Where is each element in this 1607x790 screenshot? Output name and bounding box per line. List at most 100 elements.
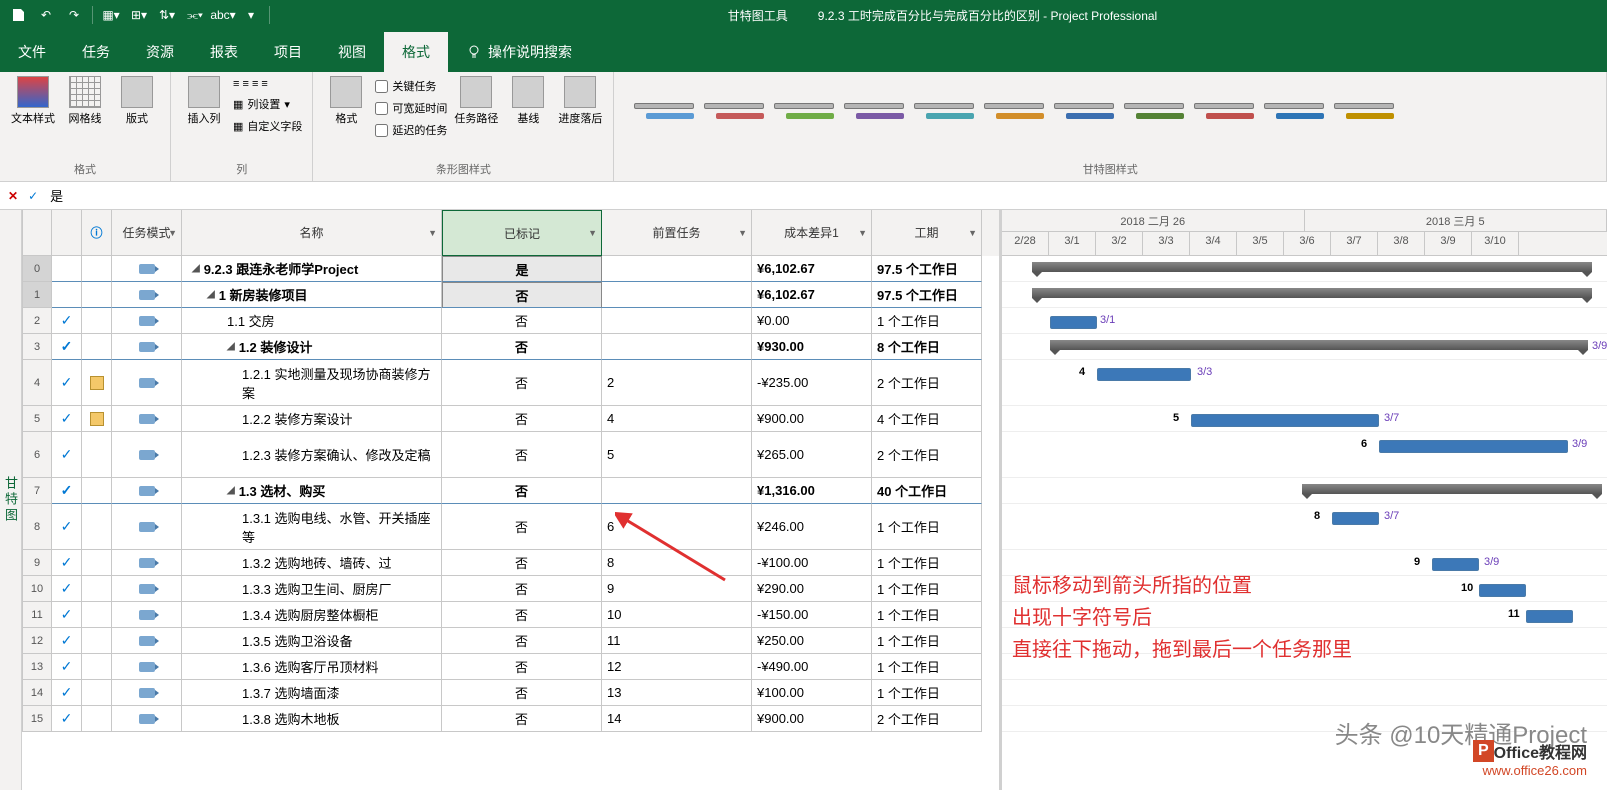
duration-cell[interactable]: 1 个工作日 xyxy=(872,654,982,680)
table-row[interactable]: ✓1.1 交房否¥0.001 个工作日 xyxy=(52,308,999,334)
tab-report[interactable]: 报表 xyxy=(192,32,256,72)
confirm-entry-icon[interactable]: ✓ xyxy=(28,189,38,203)
name-cell[interactable]: 1.2.2 装修方案设计 xyxy=(182,406,442,432)
info-header[interactable]: ⓘ xyxy=(82,210,112,256)
gantt-row[interactable]: 43/3 xyxy=(1002,360,1607,406)
predecessor-cell[interactable] xyxy=(602,308,752,334)
duration-cell[interactable]: 2 个工作日 xyxy=(872,432,982,478)
row-header[interactable]: 14 xyxy=(22,680,52,706)
row-header[interactable]: 2 xyxy=(22,308,52,334)
summary-bar[interactable] xyxy=(1032,262,1592,272)
duration-cell[interactable]: 1 个工作日 xyxy=(872,308,982,334)
qat-btn[interactable]: ⫘▾ xyxy=(185,5,205,25)
predecessor-cell[interactable] xyxy=(602,478,752,504)
predecessor-cell[interactable]: 12 xyxy=(602,654,752,680)
redo-icon[interactable]: ↷ xyxy=(64,5,84,25)
gantt-row[interactable]: 53/7 xyxy=(1002,406,1607,432)
entry-input[interactable] xyxy=(48,186,1599,205)
cost-cell[interactable]: ¥6,102.67 xyxy=(752,256,872,282)
task-bar[interactable] xyxy=(1526,610,1573,623)
row-header[interactable]: 13 xyxy=(22,654,52,680)
name-cell[interactable]: ◢9.2.3 跟连永老师学Project xyxy=(182,256,442,282)
name-cell[interactable]: 1.1 交房 xyxy=(182,308,442,334)
tab-file[interactable]: 文件 xyxy=(0,32,64,72)
cost-cell[interactable]: -¥150.00 xyxy=(752,602,872,628)
table-row[interactable]: ✓1.3.1 选购电线、水管、开关插座等否6¥246.001 个工作日 xyxy=(52,504,999,550)
cost-header[interactable]: 成本差异1▼ xyxy=(752,210,872,256)
table-row[interactable]: ✓1.3.5 选购卫浴设备否11¥250.001 个工作日 xyxy=(52,628,999,654)
row-header[interactable]: 1 xyxy=(22,282,52,308)
table-row[interactable]: ✓1.3.2 选购地砖、墙砖、过否8-¥100.001 个工作日 xyxy=(52,550,999,576)
cost-cell[interactable]: ¥930.00 xyxy=(752,334,872,360)
gantt-style-option[interactable] xyxy=(914,103,974,143)
marked-cell[interactable]: 否 xyxy=(442,432,602,478)
duration-cell[interactable]: 1 个工作日 xyxy=(872,504,982,550)
taskmode-cell[interactable] xyxy=(112,256,182,282)
column-settings-button[interactable]: ▦ 列设置 ▾ xyxy=(233,94,302,114)
tab-format[interactable]: 格式 xyxy=(384,32,448,72)
taskmode-cell[interactable] xyxy=(112,654,182,680)
taskmode-cell[interactable] xyxy=(112,432,182,478)
name-cell[interactable]: ◢1.3 选材、购买 xyxy=(182,478,442,504)
table-row[interactable]: ◢9.2.3 跟连永老师学Project是¥6,102.6797.5 个工作日 xyxy=(52,256,999,282)
cancel-entry-icon[interactable]: ✕ xyxy=(8,189,18,203)
cost-cell[interactable]: ¥246.00 xyxy=(752,504,872,550)
predecessor-cell[interactable] xyxy=(602,282,752,308)
tab-project[interactable]: 项目 xyxy=(256,32,320,72)
predecessor-cell[interactable]: 5 xyxy=(602,432,752,478)
row-header[interactable]: 10 xyxy=(22,576,52,602)
marked-cell[interactable]: 否 xyxy=(442,334,602,360)
gantt-row[interactable] xyxy=(1002,256,1607,282)
gantt-style-gallery[interactable] xyxy=(624,76,1596,159)
task-bar[interactable] xyxy=(1379,440,1568,453)
predecessor-cell[interactable]: 14 xyxy=(602,706,752,732)
gantt-style-option[interactable] xyxy=(704,103,764,143)
row-header[interactable]: 6 xyxy=(22,432,52,478)
duration-cell[interactable]: 1 个工作日 xyxy=(872,550,982,576)
qat-btn[interactable]: ▾ xyxy=(241,5,261,25)
duration-cell[interactable]: 8 个工作日 xyxy=(872,334,982,360)
name-cell[interactable]: 1.3.5 选购卫浴设备 xyxy=(182,628,442,654)
taskmode-cell[interactable] xyxy=(112,334,182,360)
tab-view[interactable]: 视图 xyxy=(320,32,384,72)
view-bar[interactable]: 甘特图 xyxy=(0,210,22,790)
table-row[interactable]: ◢1 新房装修项目否¥6,102.6797.5 个工作日 xyxy=(52,282,999,308)
duration-cell[interactable]: 1 个工作日 xyxy=(872,680,982,706)
taskmode-cell[interactable] xyxy=(112,282,182,308)
qat-btn[interactable]: ▦▾ xyxy=(101,5,121,25)
marked-cell[interactable]: 否 xyxy=(442,504,602,550)
critical-tasks-check[interactable]: 关键任务 xyxy=(375,76,447,96)
taskmode-cell[interactable] xyxy=(112,360,182,406)
gantt-row[interactable]: 3/1 xyxy=(1002,308,1607,334)
summary-bar[interactable] xyxy=(1032,288,1592,298)
name-cell[interactable]: 1.3.3 选购卫生间、厨房厂 xyxy=(182,576,442,602)
row-header[interactable]: 12 xyxy=(22,628,52,654)
qat-btn[interactable]: ⊞▾ xyxy=(129,5,149,25)
row-header[interactable]: 11 xyxy=(22,602,52,628)
qat-btn[interactable]: abc▾ xyxy=(213,5,233,25)
row-header[interactable]: 4 xyxy=(22,360,52,406)
cost-cell[interactable]: ¥290.00 xyxy=(752,576,872,602)
name-cell[interactable]: 1.3.1 选购电线、水管、开关插座等 xyxy=(182,504,442,550)
gantt-row[interactable]: 3/9 xyxy=(1002,334,1607,360)
qat-btn[interactable]: ⇅▾ xyxy=(157,5,177,25)
cost-cell[interactable]: -¥235.00 xyxy=(752,360,872,406)
gantt-row[interactable] xyxy=(1002,478,1607,504)
duration-header[interactable]: 工期▼ xyxy=(872,210,982,256)
table-row[interactable]: ✓1.3.6 选购客厅吊顶材料否12-¥490.001 个工作日 xyxy=(52,654,999,680)
name-cell[interactable]: 1.2.3 装修方案确认、修改及定稿 xyxy=(182,432,442,478)
taskmode-cell[interactable] xyxy=(112,550,182,576)
table-row[interactable]: ✓1.3.4 选购厨房整体橱柜否10-¥150.001 个工作日 xyxy=(52,602,999,628)
row-header[interactable]: 3 xyxy=(22,334,52,360)
predecessor-cell[interactable] xyxy=(602,256,752,282)
save-icon[interactable] xyxy=(8,5,28,25)
late-tasks-check[interactable]: 延迟的任务 xyxy=(375,120,447,140)
task-bar[interactable] xyxy=(1097,368,1191,381)
tell-me[interactable]: 操作说明搜索 xyxy=(448,32,590,72)
table-row[interactable]: ✓◢1.2 装修设计否¥930.008 个工作日 xyxy=(52,334,999,360)
baseline-button[interactable]: 基线 xyxy=(505,76,551,126)
format-button[interactable]: 格式 xyxy=(323,76,369,126)
cost-cell[interactable]: -¥490.00 xyxy=(752,654,872,680)
table-row[interactable]: ✓◢1.3 选材、购买否¥1,316.0040 个工作日 xyxy=(52,478,999,504)
marked-cell[interactable]: 是 xyxy=(442,256,602,282)
